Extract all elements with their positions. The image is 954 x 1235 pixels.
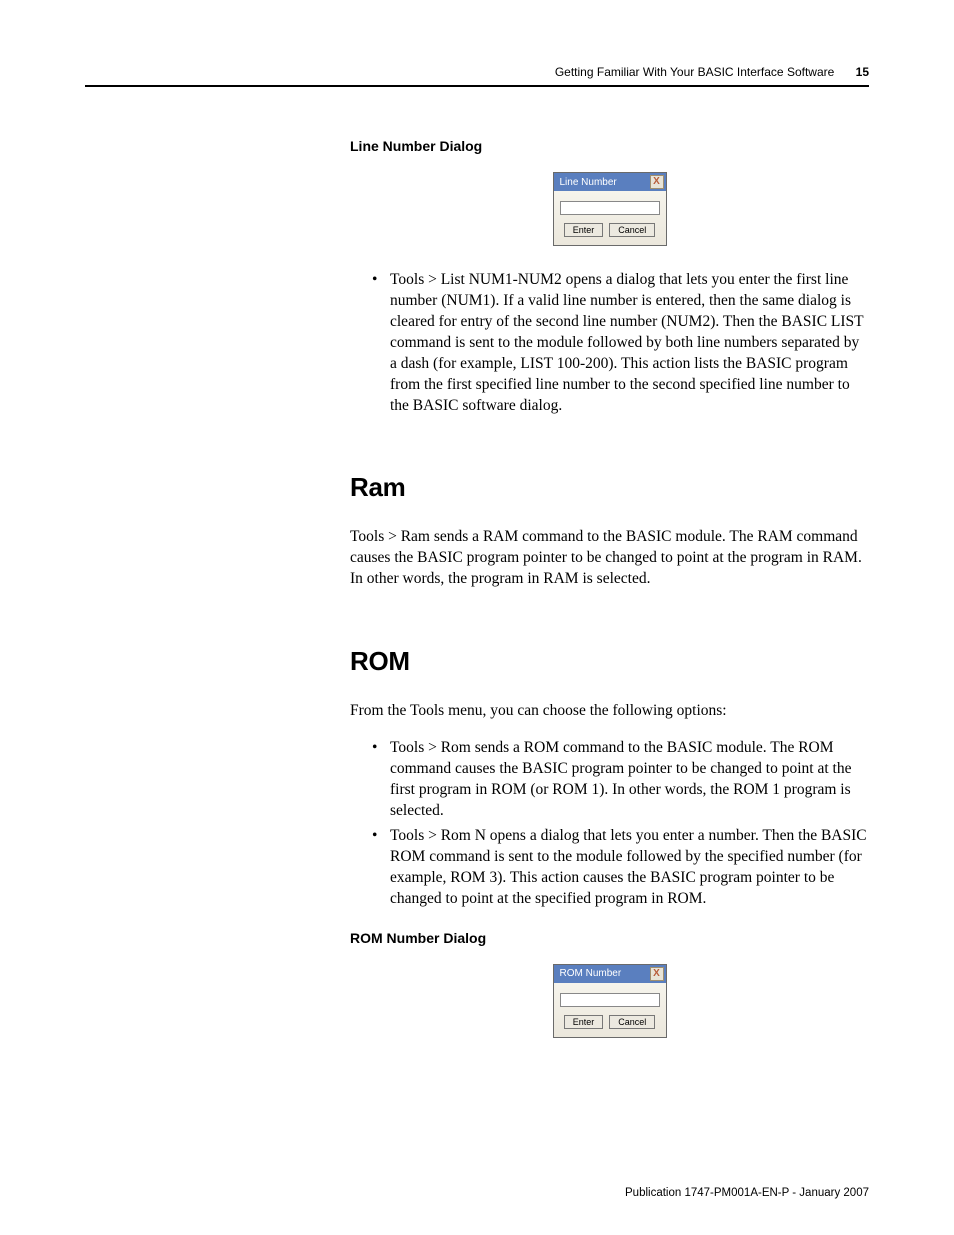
header-rule <box>85 85 869 87</box>
line-number-dialog: Line Number X Enter Cancel <box>553 172 667 246</box>
dialog-titlebar: Line Number X <box>554 173 666 191</box>
header-chapter-title: Getting Familiar With Your BASIC Interfa… <box>555 65 834 79</box>
dialog-buttons: Enter Cancel <box>560 1015 660 1029</box>
close-icon[interactable]: X <box>650 967 664 981</box>
close-icon[interactable]: X <box>650 175 664 189</box>
dialog-titlebar: ROM Number X <box>554 965 666 983</box>
rom-bullets: Tools > Rom sends a ROM command to the B… <box>350 738 869 909</box>
rom-heading: ROM <box>350 646 869 677</box>
dialog-title: ROM Number <box>560 968 622 979</box>
dialog-body: Enter Cancel <box>554 191 666 245</box>
ram-paragraph: Tools > Ram sends a RAM command to the B… <box>350 527 869 590</box>
ram-heading: Ram <box>350 472 869 503</box>
list-item: Tools > List NUM1-NUM2 opens a dialog th… <box>390 270 869 416</box>
rom-number-dialog-figure: ROM Number X Enter Cancel <box>350 964 869 1038</box>
enter-button[interactable]: Enter <box>564 1015 604 1029</box>
page-header: Getting Familiar With Your BASIC Interfa… <box>555 65 869 79</box>
dialog-buttons: Enter Cancel <box>560 223 660 237</box>
page-content: Line Number Dialog Line Number X Enter C… <box>350 138 869 1062</box>
dialog-title: Line Number <box>560 177 617 188</box>
publication-footer: Publication 1747-PM001A-EN-P - January 2… <box>625 1187 869 1199</box>
cancel-button[interactable]: Cancel <box>609 223 655 237</box>
line-number-dialog-figure: Line Number X Enter Cancel <box>350 172 869 246</box>
line-number-input[interactable] <box>560 201 660 215</box>
list-section-bullets: Tools > List NUM1-NUM2 opens a dialog th… <box>350 270 869 416</box>
rom-number-dialog: ROM Number X Enter Cancel <box>553 964 667 1038</box>
dialog-body: Enter Cancel <box>554 983 666 1037</box>
rom-number-input[interactable] <box>560 993 660 1007</box>
enter-button[interactable]: Enter <box>564 223 604 237</box>
list-item: Tools > Rom N opens a dialog that lets y… <box>390 826 869 910</box>
list-item: Tools > Rom sends a ROM command to the B… <box>390 738 869 822</box>
line-number-dialog-heading: Line Number Dialog <box>350 138 869 154</box>
page-number: 15 <box>856 65 869 79</box>
rom-intro-paragraph: From the Tools menu, you can choose the … <box>350 701 869 722</box>
rom-number-dialog-heading: ROM Number Dialog <box>350 930 869 946</box>
cancel-button[interactable]: Cancel <box>609 1015 655 1029</box>
